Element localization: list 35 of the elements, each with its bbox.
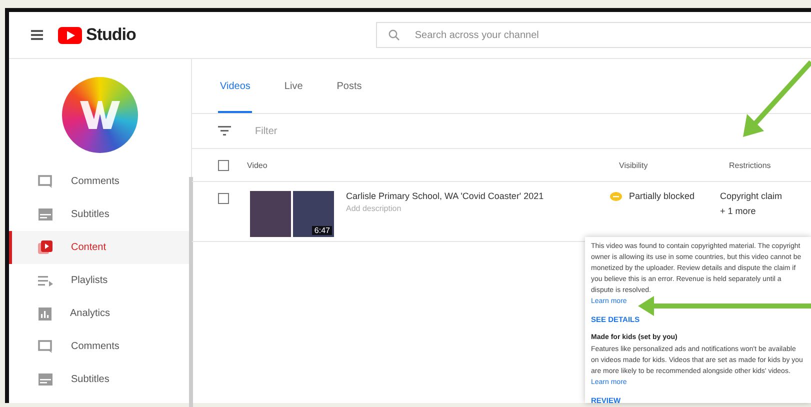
- logo-text: Studio: [86, 25, 136, 45]
- play-logo-icon: [58, 26, 82, 44]
- select-all-checkbox[interactable]: [218, 160, 229, 170]
- tab[interactable]: Posts: [334, 81, 364, 113]
- sidebar-item[interactable]: Comments: [9, 165, 191, 198]
- comment-icon: [38, 340, 53, 354]
- sidebar-item[interactable]: Playlists: [9, 264, 191, 297]
- column-header[interactable]: Video: [247, 160, 619, 170]
- visibility-icon: [610, 192, 622, 200]
- video-icon: [38, 240, 53, 255]
- comment-icon: [38, 174, 53, 188]
- column-header[interactable]: Visibility: [619, 160, 729, 170]
- restriction-text: Copyright claim: [720, 190, 782, 203]
- restriction-text: + 1 more: [720, 205, 757, 218]
- filter-icon[interactable]: [218, 126, 231, 136]
- playlist-icon: [38, 274, 53, 286]
- visibility-status: Partially blocked: [629, 191, 695, 201]
- sidebar-item[interactable]: Subtitles: [9, 363, 191, 396]
- menu-icon[interactable]: [31, 30, 43, 40]
- sidebar-item[interactable]: Content: [9, 231, 191, 264]
- sidebar-item[interactable]: Subtitles: [9, 198, 191, 231]
- chart-icon: [38, 306, 52, 320]
- scrollbar[interactable]: [189, 177, 193, 407]
- subtitles-icon: [38, 373, 53, 386]
- sidebar-item[interactable]: Analytics: [9, 297, 191, 330]
- subtitles-icon: [38, 208, 53, 221]
- duration-badge: 6:47: [312, 226, 332, 235]
- column-header[interactable]: Restrictions: [729, 160, 771, 170]
- row-checkbox[interactable]: [218, 193, 229, 204]
- photo-placeholder: [250, 191, 291, 237]
- sidebar-item[interactable]: Comments: [9, 330, 191, 363]
- search-field[interactable]: Search across your channel: [376, 22, 811, 48]
- tab[interactable]: Videos: [218, 81, 252, 113]
- video-title[interactable]: Carlisle Primary School, WA 'Covid Coaster' 2021: [346, 191, 606, 201]
- tab[interactable]: Live: [282, 81, 305, 113]
